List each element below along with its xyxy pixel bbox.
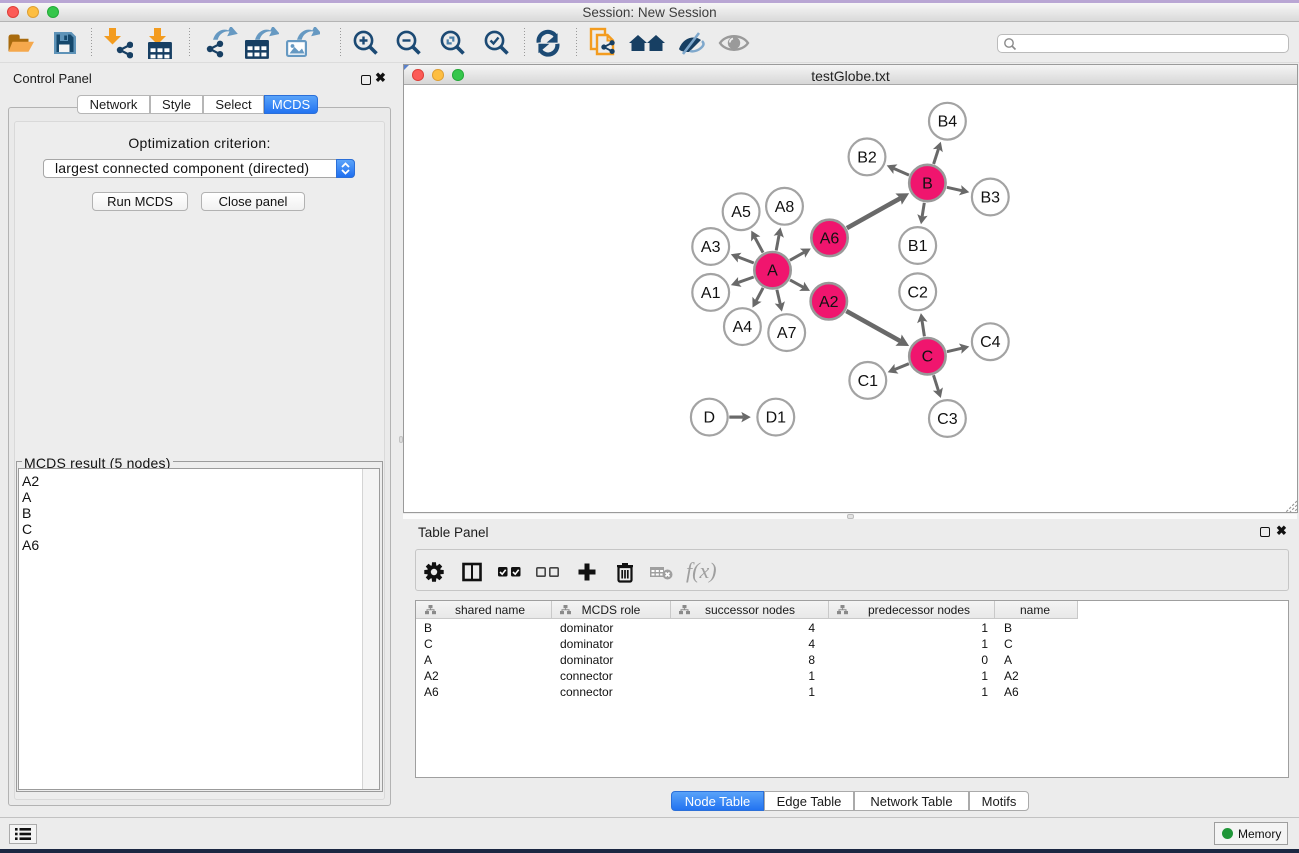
- svg-text:B3: B3: [981, 190, 1001, 207]
- svg-text:C3: C3: [937, 411, 958, 428]
- svg-text:A7: A7: [777, 325, 797, 342]
- svg-text:B4: B4: [938, 114, 958, 131]
- svg-text:A6: A6: [820, 230, 840, 247]
- svg-text:A2: A2: [819, 294, 839, 311]
- svg-text:A5: A5: [731, 204, 751, 221]
- svg-text:B2: B2: [857, 149, 877, 166]
- svg-text:D: D: [704, 410, 716, 427]
- svg-text:A1: A1: [701, 285, 721, 302]
- svg-text:A8: A8: [775, 199, 795, 216]
- svg-text:D1: D1: [766, 410, 787, 427]
- svg-text:A3: A3: [701, 239, 721, 256]
- svg-text:B1: B1: [908, 238, 928, 255]
- svg-text:C4: C4: [980, 334, 1001, 351]
- svg-text:A: A: [767, 263, 778, 280]
- svg-text:A4: A4: [733, 319, 753, 336]
- svg-text:C1: C1: [858, 373, 879, 390]
- svg-text:C: C: [922, 349, 934, 366]
- svg-text:C2: C2: [907, 284, 928, 301]
- svg-text:B: B: [922, 176, 933, 193]
